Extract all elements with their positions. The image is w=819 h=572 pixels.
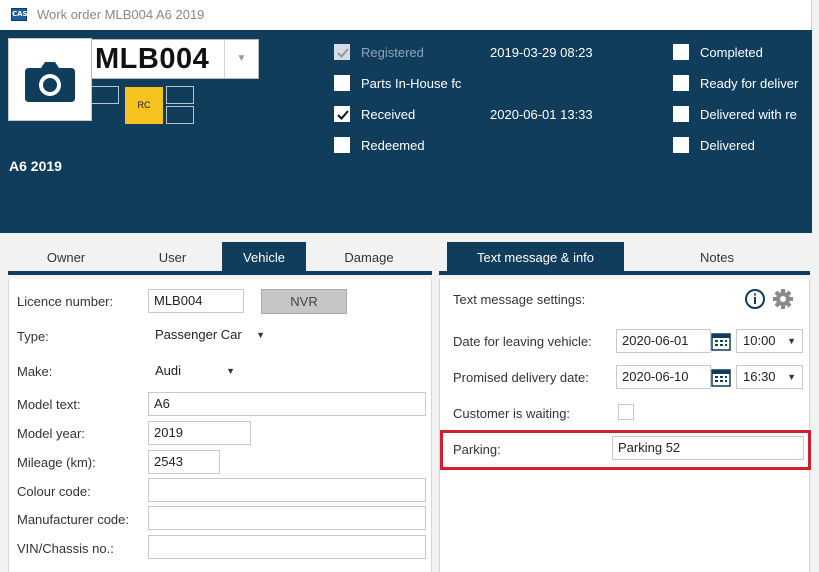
parts-in-house-label: Parts In-House fc (361, 76, 462, 91)
ready-for-delivery-label: Ready for deliver (700, 76, 799, 91)
parts-in-house-checkbox[interactable] (334, 75, 350, 91)
tab-notes[interactable]: Notes (624, 242, 810, 273)
registration-combo[interactable]: MLB004 ▼ (91, 39, 259, 79)
tab-underline (439, 271, 810, 275)
window-title: Work order MLB004 A6 2019 (37, 7, 205, 22)
info-icon[interactable] (744, 288, 766, 310)
delivered-checkbox[interactable] (673, 137, 689, 153)
checkmark-icon (337, 48, 349, 58)
calendar-icon[interactable] (711, 331, 731, 351)
received-date: 2020-06-01 13:33 (490, 107, 593, 122)
registered-checkbox[interactable] (334, 44, 350, 60)
tab-user[interactable]: User (124, 242, 221, 273)
type-select[interactable]: Passenger Car ▼ (149, 323, 271, 347)
text-message-info-panel: Text message settings: Date for leaving … (439, 279, 810, 572)
make-select-value: Audi (155, 363, 182, 378)
chevron-down-icon: ▼ (787, 336, 796, 346)
redeemed-label: Redeemed (361, 138, 425, 153)
customer-waiting-checkbox[interactable] (618, 404, 634, 420)
type-select-value: Passenger Car (155, 327, 242, 342)
manufacturer-code-label: Manufacturer code: (17, 512, 130, 527)
vin-field[interactable] (148, 535, 426, 559)
gear-icon[interactable] (772, 288, 794, 310)
rc-badge[interactable]: RC (125, 87, 163, 124)
promised-time-value: 16:30 (743, 369, 776, 384)
manufacturer-code-field[interactable] (148, 506, 426, 530)
customer-waiting-label: Customer is waiting: (453, 406, 571, 421)
type-label: Type: (17, 329, 49, 344)
leaving-date-label: Date for leaving vehicle: (453, 334, 592, 349)
licence-number-label: Licence number: (17, 294, 114, 309)
camera-icon (25, 62, 75, 102)
parking-highlight-box (440, 430, 811, 470)
nvr-button[interactable]: NVR (261, 289, 347, 314)
model-year-field[interactable]: 2019 (148, 421, 251, 445)
ready-for-delivery-checkbox[interactable] (673, 75, 689, 91)
delivered-with-remarks-checkbox[interactable] (673, 106, 689, 122)
checkmark-icon (337, 110, 349, 120)
completed-label: Completed (700, 45, 763, 60)
work-order-header: MLB004 ▼ RC A6 2019 Registered 2019-03-2… (0, 30, 812, 233)
tab-vehicle[interactable]: Vehicle (222, 242, 306, 273)
right-tab-strip: Text message & info Notes (439, 242, 810, 275)
title-bar: CAS Work order MLB004 A6 2019 (0, 0, 812, 30)
chevron-down-icon[interactable]: ▼ (224, 40, 258, 78)
model-text-label: Model text: (17, 397, 81, 412)
colour-code-field[interactable] (148, 478, 426, 502)
flag-box-1[interactable] (91, 86, 119, 104)
flag-box-3[interactable] (166, 106, 194, 124)
app-icon: CAS (11, 8, 28, 21)
licence-number-field[interactable]: MLB004 (148, 289, 244, 313)
leaving-date-field[interactable]: 2020-06-01 (616, 329, 711, 353)
vin-label: VIN/Chassis no.: (17, 541, 114, 556)
make-label: Make: (17, 364, 53, 379)
make-select[interactable]: Audi ▼ (149, 359, 241, 383)
promised-date-label: Promised delivery date: (453, 370, 589, 385)
vehicle-panel: Licence number: MLB004 NVR Type: Passeng… (8, 279, 432, 572)
chevron-down-icon: ▼ (226, 366, 235, 376)
completed-checkbox[interactable] (673, 44, 689, 60)
tab-text-message-info[interactable]: Text message & info (447, 242, 624, 273)
leaving-time-value: 10:00 (743, 333, 776, 348)
model-text-field[interactable]: A6 (148, 392, 426, 416)
redeemed-checkbox[interactable] (334, 137, 350, 153)
tab-underline (8, 271, 432, 275)
vehicle-model-label: A6 2019 (9, 158, 62, 174)
flag-box-2[interactable] (166, 86, 194, 104)
received-checkbox[interactable] (334, 106, 350, 122)
promised-date-field[interactable]: 2020-06-10 (616, 365, 711, 389)
registered-date: 2019-03-29 08:23 (490, 45, 593, 60)
mileage-label: Mileage (km): (17, 455, 96, 470)
vehicle-photo-button[interactable] (8, 38, 92, 121)
text-message-settings-label: Text message settings: (453, 292, 586, 307)
registered-label: Registered (361, 45, 424, 60)
delivered-with-remarks-label: Delivered with re (700, 107, 797, 122)
promised-time-select[interactable]: 16:30 ▼ (736, 365, 803, 389)
received-label: Received (361, 107, 416, 122)
chevron-down-icon: ▼ (787, 372, 796, 382)
registration-number: MLB004 (95, 43, 210, 75)
chevron-down-icon: ▼ (256, 330, 265, 340)
left-tab-strip: Owner User Vehicle Damage (8, 242, 432, 275)
colour-code-label: Colour code: (17, 484, 91, 499)
model-year-label: Model year: (17, 426, 85, 441)
leaving-time-select[interactable]: 10:00 ▼ (736, 329, 803, 353)
delivered-label: Delivered (700, 138, 755, 153)
calendar-icon[interactable] (711, 367, 731, 387)
mileage-field[interactable]: 2543 (148, 450, 220, 474)
tab-damage[interactable]: Damage (306, 242, 432, 273)
tab-owner[interactable]: Owner (8, 242, 124, 273)
